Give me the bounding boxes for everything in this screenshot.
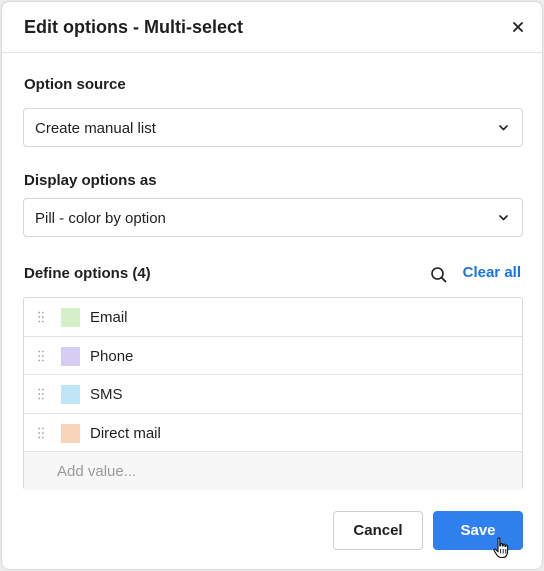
list-item: Email — [24, 298, 522, 337]
clear-all-link[interactable]: Clear all — [463, 264, 521, 281]
dialog-title: Edit options - Multi-select — [24, 17, 243, 37]
add-value-row — [24, 452, 522, 490]
drag-handle-icon[interactable] — [38, 427, 44, 439]
color-swatch[interactable] — [61, 346, 80, 366]
color-swatch[interactable] — [61, 308, 80, 327]
list-item: SMS — [24, 375, 522, 414]
drag-handle-icon[interactable] — [38, 388, 44, 400]
option-source-value: Create manual list — [35, 120, 156, 137]
drag-handle-icon[interactable] — [38, 311, 44, 323]
cancel-button[interactable]: Cancel — [333, 511, 423, 550]
option-label[interactable]: Direct mail — [90, 425, 161, 442]
list-item: Direct mail — [24, 414, 522, 452]
option-label[interactable]: SMS — [90, 386, 123, 403]
close-button[interactable] — [508, 17, 528, 37]
display-as-select[interactable]: Pill - color by option — [23, 198, 523, 237]
option-source-select[interactable]: Create manual list — [23, 108, 523, 147]
option-source-label: Option source — [24, 76, 126, 93]
add-value-input[interactable] — [24, 452, 522, 490]
list-item: Phone — [24, 337, 522, 375]
option-label[interactable]: Phone — [90, 348, 133, 365]
search-options-button[interactable] — [429, 265, 449, 285]
dialog-header: Edit options - Multi-select — [2, 2, 542, 53]
color-swatch[interactable] — [61, 385, 80, 404]
drag-handle-icon[interactable] — [38, 350, 44, 362]
edit-options-dialog: Edit options - Multi-select Option sourc… — [1, 1, 543, 570]
search-icon — [431, 267, 447, 283]
save-button[interactable]: Save — [433, 511, 523, 550]
display-as-value: Pill - color by option — [35, 210, 166, 227]
color-swatch[interactable] — [61, 423, 80, 443]
close-icon — [513, 22, 523, 32]
chevron-down-icon — [499, 215, 508, 221]
chevron-down-icon — [499, 125, 508, 131]
display-as-label: Display options as — [24, 172, 157, 189]
option-label[interactable]: Email — [90, 309, 128, 326]
options-list: Email Phone SMS Direct mail Add value... — [23, 297, 523, 490]
define-options-label: Define options (4) — [24, 265, 151, 282]
